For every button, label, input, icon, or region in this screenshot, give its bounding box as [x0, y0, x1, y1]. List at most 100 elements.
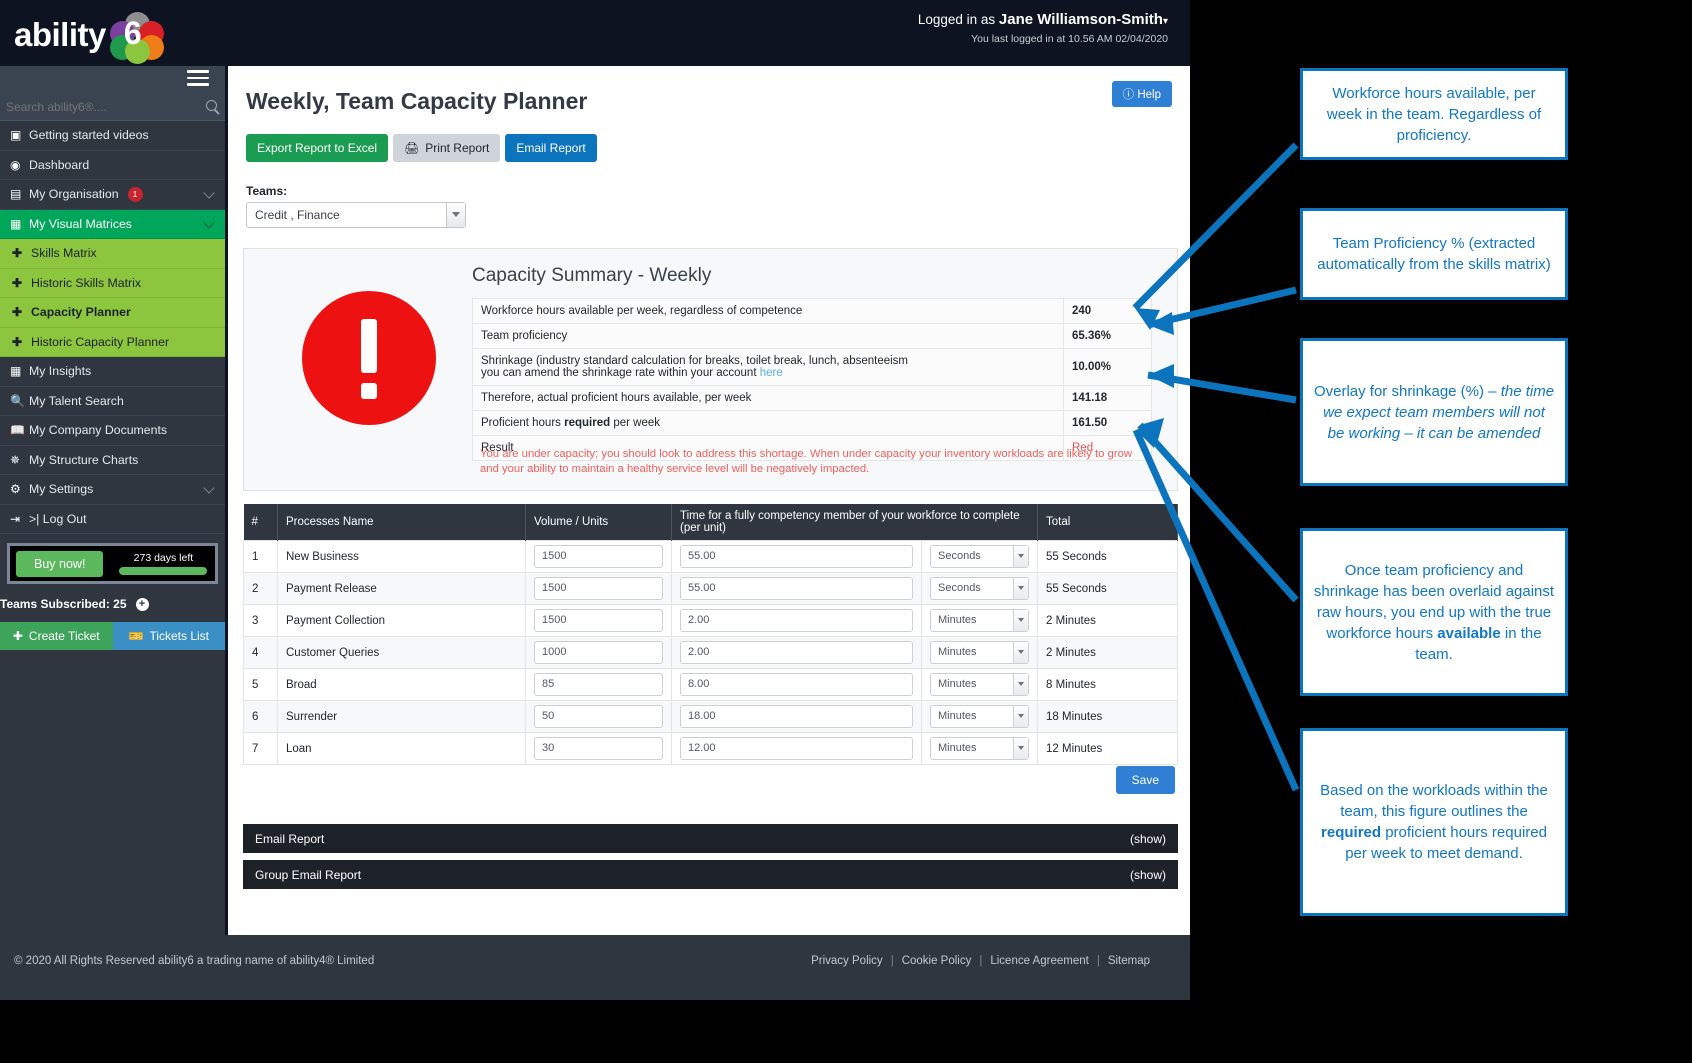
export-report-to-excel-button[interactable]: Export Report to Excel [246, 134, 389, 162]
email-report-section-bar[interactable]: Email Report (show) [243, 824, 1178, 853]
buy-now-button[interactable]: Buy now! [16, 550, 104, 577]
sidebar-item-getting-started-videos[interactable]: ▣ Getting started videos [0, 121, 225, 151]
shrinkage-here-link[interactable]: here [760, 367, 783, 379]
unit-select[interactable]: Minutes [930, 641, 1029, 664]
days-left-label: 273 days left [133, 552, 194, 564]
sidebar-item-my-company-documents[interactable]: 📖 My Company Documents [0, 416, 225, 446]
sidebar-item-label: My Talent Search [29, 393, 124, 408]
chevron-down-icon[interactable] [446, 203, 465, 227]
row-process-name: Broad [277, 668, 526, 701]
email-report-button[interactable]: Email Report [505, 134, 597, 162]
hamburger-menu-icon[interactable] [187, 70, 209, 86]
row-number: 6 [243, 700, 278, 733]
chevron-down-icon[interactable] [1013, 674, 1028, 695]
time-input[interactable]: 18.00 [680, 705, 913, 728]
volume-input[interactable]: 85 [534, 673, 663, 696]
warning-stop-icon [302, 291, 436, 425]
app-logo[interactable]: ability 6 [14, 12, 166, 64]
callout-text-plain: Overlay for shrinkage (%) – [1313, 382, 1501, 400]
time-input[interactable]: 55.00 [680, 577, 913, 600]
sidebar-item-label: My Organisation [29, 187, 119, 202]
time-input[interactable]: 2.00 [680, 609, 913, 632]
chevron-down-icon[interactable] [1013, 610, 1028, 631]
sidebar-item-my-talent-search[interactable]: 🔍 My Talent Search [0, 387, 225, 416]
summary-value-shrinkage: 10.00% [1063, 348, 1152, 386]
sidebar-item-capacity-planner[interactable]: ✚ Capacity Planner [0, 298, 225, 328]
footer-link-licence-agreement[interactable]: Licence Agreement [990, 955, 1088, 967]
group-email-report-section-bar[interactable]: Group Email Report (show) [243, 860, 1178, 889]
group-email-report-show-toggle[interactable]: (show) [1130, 868, 1166, 882]
chevron-down-icon[interactable] [203, 216, 215, 229]
tickets-list-button[interactable]: 🎫 Tickets List [112, 622, 225, 650]
footer-link-cookie-policy[interactable]: Cookie Policy [902, 955, 972, 967]
application-window: ability 6 Logged in as Jane Williamson-S… [0, 0, 1190, 1000]
print-report-button[interactable]: 🖨 Print Report [393, 134, 501, 162]
summary-row-workforce-hours: Workforce hours available per week, rega… [472, 298, 1152, 324]
sidebar-item-skills-matrix[interactable]: ✚ Skills Matrix [0, 239, 225, 269]
volume-input[interactable]: 1500 [534, 545, 663, 568]
sidebar-item-my-organisation[interactable]: ▤ My Organisation 1 [0, 180, 225, 210]
callout-available-hours: Once team proficiency and shrinkage has … [1300, 528, 1568, 696]
row-number: 5 [243, 668, 278, 701]
subscription-panel: Buy now! 273 days left [7, 543, 218, 584]
search-input[interactable] [0, 94, 225, 120]
days-left-widget: 273 days left [119, 552, 208, 575]
sidebar-item-my-visual-matrices[interactable]: ▦ My Visual Matrices [0, 209, 225, 239]
help-button[interactable]: ⓘ Help [1111, 81, 1172, 107]
chevron-down-icon[interactable] [1013, 738, 1028, 759]
time-input[interactable]: 2.00 [680, 641, 913, 664]
unit-select[interactable]: Seconds [930, 577, 1029, 600]
time-input[interactable]: 55.00 [680, 545, 913, 568]
sidebar-item-historic-skills-matrix[interactable]: ✚ Historic Skills Matrix [0, 268, 225, 298]
sidebar-item-dashboard[interactable]: ◉ Dashboard [0, 151, 225, 180]
callout-text-pre: Based on the workloads within the team, … [1320, 782, 1548, 820]
chevron-down-icon[interactable] [203, 187, 215, 199]
volume-input[interactable]: 50 [534, 705, 663, 728]
create-ticket-button[interactable]: ✚ Create Ticket [0, 622, 113, 650]
volume-input[interactable]: 1500 [534, 609, 663, 632]
unit-select[interactable]: Minutes [930, 705, 1029, 728]
footer: © 2020 All Rights Reserved ability6 a tr… [0, 935, 1190, 1000]
sidebar-item-my-insights[interactable]: ▦ My Insights [0, 357, 225, 387]
help-icon: ⓘ [1122, 89, 1135, 101]
chevron-down-icon[interactable] [203, 482, 215, 494]
row-total: 18 Minutes [1037, 700, 1178, 733]
chevron-down-icon[interactable] [1013, 642, 1028, 663]
time-input[interactable]: 12.00 [680, 737, 913, 760]
chevron-down-icon[interactable] [1013, 546, 1028, 567]
callout-text: Team Proficiency % (extracted automatica… [1317, 235, 1551, 273]
sidebar-item-historic-capacity-planner[interactable]: ✚ Historic Capacity Planner [0, 327, 225, 357]
footer-link-sitemap[interactable]: Sitemap [1108, 955, 1150, 967]
unit-select[interactable]: Minutes [930, 737, 1029, 760]
sidebar-item-my-structure-charts[interactable]: ✵ My Structure Charts [0, 446, 225, 475]
chevron-down-icon[interactable] [1013, 706, 1028, 727]
unit-select[interactable]: Minutes [930, 673, 1029, 696]
footer-link-privacy-policy[interactable]: Privacy Policy [811, 955, 883, 967]
sidebar-item-label: Capacity Planner [31, 305, 131, 320]
user-name[interactable]: Jane Williamson-Smith [999, 11, 1163, 28]
time-input[interactable]: 8.00 [680, 673, 913, 696]
unit-select-value: Seconds [938, 550, 981, 562]
volume-input[interactable]: 30 [534, 737, 663, 760]
volume-input[interactable]: 1500 [534, 577, 663, 600]
volume-input[interactable]: 1000 [534, 641, 663, 664]
sidebar-search[interactable] [0, 94, 225, 121]
row-process-name: New Business [277, 540, 526, 573]
header-number: # [243, 504, 278, 541]
callout-text: Workforce hours available, per week in t… [1326, 84, 1542, 144]
login-info: Logged in as Jane Williamson-Smith▾ You … [917, 11, 1168, 45]
save-button[interactable]: Save [1115, 766, 1175, 794]
add-team-icon[interactable]: + [135, 597, 149, 611]
sidebar-item-log-out[interactable]: ⇥ >| Log Out [0, 505, 225, 534]
summary-label: Proficient hours required per week [472, 410, 1064, 436]
chevron-down-icon[interactable] [1013, 578, 1028, 599]
callout-text: Based on the workloads within the team, … [1313, 780, 1555, 864]
summary-row-actual-proficient-hours: Therefore, actual proficient hours avail… [472, 385, 1152, 411]
tickets-list-label: Tickets List [149, 629, 210, 643]
sidebar-item-my-settings[interactable]: ⚙ My Settings [0, 475, 225, 505]
unit-select[interactable]: Seconds [930, 545, 1029, 568]
teams-select[interactable]: Credit , Finance [246, 202, 466, 228]
email-report-show-toggle[interactable]: (show) [1130, 832, 1166, 846]
required-word: required [564, 417, 611, 429]
unit-select[interactable]: Minutes [930, 609, 1029, 632]
